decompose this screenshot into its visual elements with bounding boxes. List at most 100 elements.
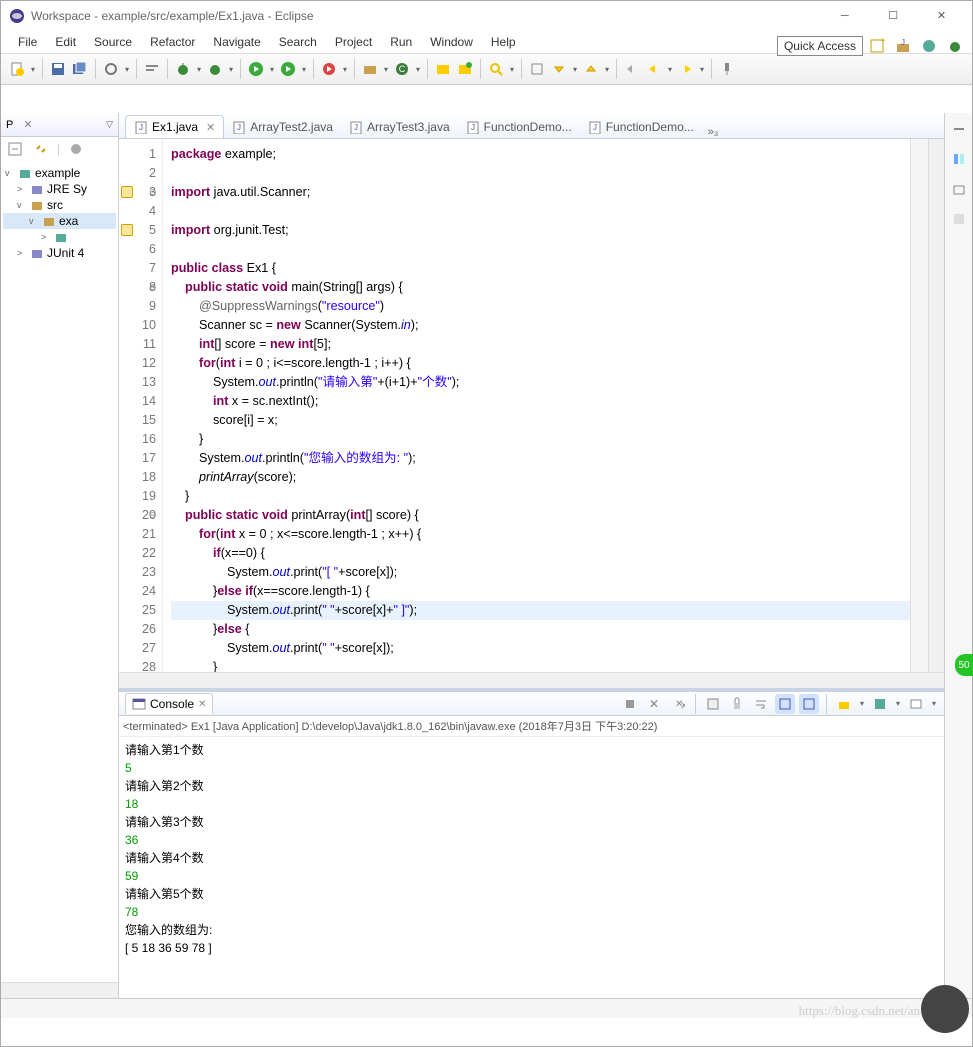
scroll-lock-icon[interactable] xyxy=(727,694,747,714)
minimize-button[interactable]: ─ xyxy=(822,2,867,30)
menu-search[interactable]: Search xyxy=(270,33,326,51)
run-last-button[interactable] xyxy=(278,59,298,79)
word-wrap-icon[interactable] xyxy=(751,694,771,714)
forward-button[interactable] xyxy=(676,59,696,79)
outline-view-icon[interactable] xyxy=(949,149,969,169)
menu-project[interactable]: Project xyxy=(326,33,381,51)
skip-breakpoints-icon[interactable] xyxy=(101,59,121,79)
collapse-all-icon[interactable] xyxy=(5,139,25,159)
console-output[interactable]: 请输入第1个数5请输入第2个数18请输入第3个数36请输入第4个数59请输入第5… xyxy=(119,737,944,998)
console-header: <terminated> Ex1 [Java Application] D:\d… xyxy=(119,716,944,737)
console-toolbar: ✕ ✕✕ ▾ ▾ ▾ xyxy=(620,694,938,714)
avatar-overlay xyxy=(921,985,969,1033)
menu-edit[interactable]: Edit xyxy=(46,33,85,51)
save-all-button[interactable] xyxy=(70,59,90,79)
console-view: Console ✕ ✕ ✕✕ ▾ ▾ ▾ xyxy=(119,688,944,998)
menu-window[interactable]: Window xyxy=(421,33,482,51)
svg-text:+: + xyxy=(880,38,885,47)
close-button[interactable]: ✕ xyxy=(919,2,964,30)
editor-vscroll[interactable] xyxy=(928,139,944,672)
new-button[interactable] xyxy=(7,59,27,79)
code-area[interactable]: package example;import java.util.Scanner… xyxy=(163,139,910,672)
editor-tab[interactable]: JArrayTest2.java xyxy=(224,116,341,138)
right-trim-stack xyxy=(944,113,972,998)
window-title: Workspace - example/src/example/Ex1.java… xyxy=(31,9,822,23)
editor-tabs: JEx1.java✕JArrayTest2.javaJArrayTest3.ja… xyxy=(119,113,944,139)
java-perspective-icon[interactable]: J xyxy=(893,36,913,56)
editor-area: JEx1.java✕JArrayTest2.javaJArrayTest3.ja… xyxy=(119,113,944,998)
link-editor-icon[interactable] xyxy=(31,139,51,159)
editor-tabs-overflow[interactable]: »₃ xyxy=(708,126,719,138)
svg-text:J: J xyxy=(354,123,358,132)
maximize-button[interactable]: ☐ xyxy=(871,2,916,30)
editor-tab[interactable]: JEx1.java✕ xyxy=(125,115,224,138)
last-edit-icon[interactable] xyxy=(622,59,642,79)
minimize-view-icon[interactable] xyxy=(949,119,969,139)
tree-item[interactable]: >JRE Sy xyxy=(3,181,116,197)
terminate-icon[interactable] xyxy=(620,694,640,714)
next-annotation-icon[interactable] xyxy=(549,59,569,79)
svg-text:J: J xyxy=(593,123,597,132)
open-perspective-icon[interactable]: + xyxy=(867,36,887,56)
debug-perspective-icon[interactable] xyxy=(945,36,965,56)
editor-tab[interactable]: JArrayTest3.java xyxy=(341,116,458,138)
new-dropdown[interactable]: ▾ xyxy=(29,65,37,74)
package-explorer-tab[interactable]: P xyxy=(1,117,18,133)
close-view-icon[interactable]: ✕ xyxy=(18,116,37,133)
editor-tab[interactable]: JFunctionDemo... xyxy=(580,116,702,138)
toggle-mark-icon[interactable] xyxy=(527,59,547,79)
prev-annotation-icon[interactable] xyxy=(581,59,601,79)
quick-access[interactable]: Quick Access xyxy=(777,36,863,56)
open-task-icon[interactable] xyxy=(455,59,475,79)
run-button[interactable] xyxy=(246,59,266,79)
tree-item[interactable]: vexample xyxy=(3,165,116,181)
new-console-icon[interactable] xyxy=(906,694,926,714)
svg-text:J: J xyxy=(471,123,475,132)
editor-body[interactable]: 123⊖45678⊖91011121314151617181920⊖212223… xyxy=(119,139,944,672)
open-type-icon[interactable] xyxy=(433,59,453,79)
new-java-class-icon[interactable]: C xyxy=(392,59,412,79)
menu-run[interactable]: Run xyxy=(381,33,421,51)
pin-console-icon[interactable] xyxy=(799,694,819,714)
menu-help[interactable]: Help xyxy=(482,33,525,51)
tree-item[interactable]: vsrc xyxy=(3,197,116,213)
menu-navigate[interactable]: Navigate xyxy=(204,33,269,51)
remove-launch-icon[interactable]: ✕ xyxy=(644,694,664,714)
editor-hscroll[interactable] xyxy=(119,672,944,688)
menu-file[interactable]: File xyxy=(9,33,46,51)
tree-item[interactable]: vexa xyxy=(3,213,116,229)
back-button[interactable] xyxy=(644,59,664,79)
editor-tab[interactable]: JFunctionDemo... xyxy=(458,116,580,138)
coverage-button[interactable] xyxy=(319,59,339,79)
menu-refactor[interactable]: Refactor xyxy=(141,33,204,51)
package-tree[interactable]: vexample>JRE Syvsrcvexa>>JUnit 4 xyxy=(1,161,118,265)
focus-task-icon[interactable] xyxy=(66,139,86,159)
toggle-breadcrumb-icon[interactable] xyxy=(142,59,162,79)
tasks-view-icon[interactable] xyxy=(949,209,969,229)
display-console-icon[interactable] xyxy=(870,694,890,714)
svg-text:J: J xyxy=(237,123,241,132)
debug-button[interactable] xyxy=(173,59,193,79)
remove-all-icon[interactable]: ✕✕ xyxy=(668,694,688,714)
save-button[interactable] xyxy=(48,59,68,79)
view-menu-icon[interactable]: ▽ xyxy=(101,117,118,132)
tree-item[interactable]: >JUnit 4 xyxy=(3,245,116,261)
show-console-icon[interactable] xyxy=(775,694,795,714)
title-bar: Workspace - example/src/example/Ex1.java… xyxy=(1,1,972,31)
javaee-perspective-icon[interactable] xyxy=(919,36,939,56)
debug-last-button[interactable] xyxy=(205,59,225,79)
new-java-package-icon[interactable] xyxy=(360,59,380,79)
open-console-icon[interactable] xyxy=(834,694,854,714)
restore-view-icon[interactable] xyxy=(949,179,969,199)
clear-console-icon[interactable] xyxy=(703,694,723,714)
console-tab[interactable]: Console ✕ xyxy=(125,693,213,714)
tree-item[interactable]: > xyxy=(3,229,116,245)
menu-source[interactable]: Source xyxy=(85,33,141,51)
pin-editor-icon[interactable] xyxy=(717,59,737,79)
line-number-gutter[interactable]: 123⊖45678⊖91011121314151617181920⊖212223… xyxy=(119,139,163,672)
pkg-hscroll[interactable] xyxy=(1,982,118,998)
search-icon[interactable] xyxy=(486,59,506,79)
side-badge: 50 xyxy=(955,654,973,676)
overview-ruler[interactable] xyxy=(910,139,928,672)
eclipse-icon xyxy=(9,8,25,24)
